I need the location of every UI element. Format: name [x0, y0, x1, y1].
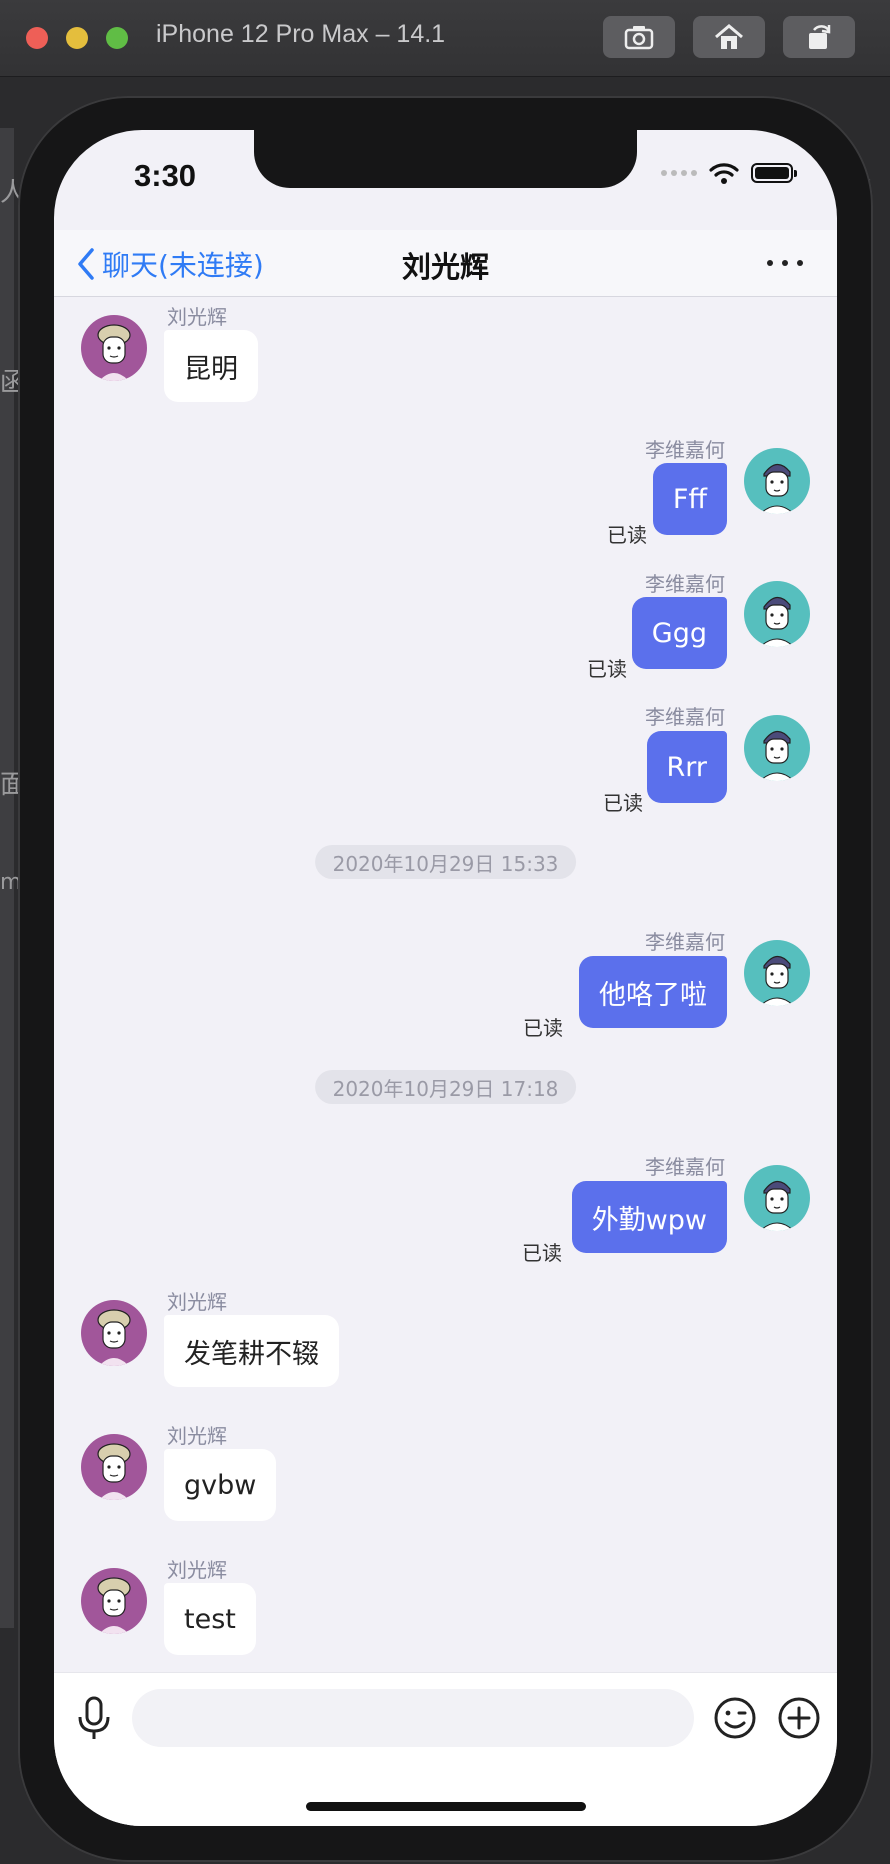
contact-avatar[interactable] [81, 1300, 147, 1366]
chat-title: 刘光辉 [401, 250, 489, 284]
message-list[interactable]: 刘光辉 昆明 李维嘉何 Fff 已读 李维嘉何 Ggg 已读 李维嘉何 Rrr … [54, 297, 837, 1672]
message-bubble[interactable]: Rrr [646, 731, 727, 803]
boy-avatar-icon [759, 463, 795, 514]
sender-name: 刘光辉 [167, 1290, 227, 1314]
message-bubble[interactable]: gvbw [164, 1449, 277, 1521]
contact-avatar[interactable] [81, 315, 147, 381]
contact-avatar[interactable] [81, 1568, 147, 1634]
notch [254, 130, 637, 188]
voice-button[interactable] [74, 1695, 114, 1745]
my-avatar[interactable] [744, 1165, 810, 1231]
add-attachment-button[interactable] [776, 1695, 822, 1745]
my-avatar[interactable] [744, 715, 810, 781]
message-bubble[interactable]: 发笔耕不辍 [164, 1315, 339, 1387]
screenshot-icon [624, 26, 654, 50]
wifi-icon [709, 163, 739, 184]
home-indicator[interactable] [306, 1802, 586, 1811]
message-bubble[interactable]: Fff [652, 463, 727, 535]
sender-name: 刘光辉 [167, 305, 227, 329]
microphone-icon [78, 1696, 110, 1739]
more-dots-icon[interactable] [767, 260, 803, 266]
emoji-icon [714, 1697, 756, 1739]
simulator-title-bar: iPhone 12 Pro Max – 14.1 [0, 0, 890, 77]
signal-icon [661, 170, 697, 176]
read-status: 已读 [523, 1016, 563, 1040]
home-button[interactable] [693, 16, 765, 58]
contact-avatar[interactable] [81, 1434, 147, 1500]
message-bubble[interactable]: 他咯了啦 [579, 956, 727, 1028]
status-indicators [661, 162, 797, 184]
minimize-window-button[interactable] [66, 27, 88, 49]
timestamp-chip: 2020年10月29日 17:18 [314, 1070, 577, 1104]
girl-avatar-icon [97, 1443, 131, 1500]
sender-name: 李维嘉何 [645, 930, 725, 954]
close-window-button[interactable] [26, 27, 48, 49]
input-bar [54, 1672, 837, 1826]
sender-name: 李维嘉何 [645, 572, 725, 596]
message-input[interactable] [132, 1689, 694, 1747]
rotate-button[interactable] [783, 16, 855, 58]
read-status: 已读 [587, 657, 627, 681]
sender-name: 李维嘉何 [645, 438, 725, 462]
read-status: 已读 [603, 791, 643, 815]
read-status: 已读 [607, 523, 647, 547]
message-bubble[interactable]: Ggg [631, 597, 727, 669]
battery-icon [751, 163, 797, 183]
status-time: 3:30 [134, 158, 197, 193]
girl-avatar-icon [97, 1577, 131, 1634]
my-avatar[interactable] [744, 448, 810, 514]
navigation-bar: 聊天(未连接) 刘光辉 [54, 230, 837, 297]
home-icon [715, 24, 743, 49]
my-avatar[interactable] [744, 940, 810, 1006]
message-bubble[interactable]: 外勤wpw [571, 1181, 727, 1253]
boy-avatar-icon [759, 596, 795, 647]
phone-screen: 3:30 聊天(未连接) 刘光辉 刘光辉 昆明 李维嘉何 Fff 已读 李维嘉何… [54, 130, 837, 1826]
message-bubble[interactable]: test [164, 1583, 256, 1655]
sender-name: 李维嘉何 [645, 705, 725, 729]
sender-name: 刘光辉 [167, 1558, 227, 1582]
zoom-window-button[interactable] [106, 27, 128, 49]
sender-name: 刘光辉 [167, 1424, 227, 1448]
plus-icon [778, 1697, 820, 1739]
girl-avatar-icon [97, 1309, 131, 1366]
boy-avatar-icon [759, 730, 795, 781]
read-status: 已读 [522, 1241, 562, 1265]
emoji-button[interactable] [712, 1695, 758, 1745]
timestamp-chip: 2020年10月29日 15:33 [314, 845, 577, 879]
girl-avatar-icon [97, 324, 131, 381]
simulator-title: iPhone 12 Pro Max – 14.1 [156, 20, 446, 48]
sender-name: 李维嘉何 [645, 1155, 725, 1179]
screenshot-button[interactable] [603, 16, 675, 58]
message-bubble[interactable]: 昆明 [164, 330, 258, 402]
my-avatar[interactable] [744, 581, 810, 647]
boy-avatar-icon [759, 955, 795, 1006]
rotate-icon [809, 25, 831, 49]
boy-avatar-icon [759, 1180, 795, 1231]
